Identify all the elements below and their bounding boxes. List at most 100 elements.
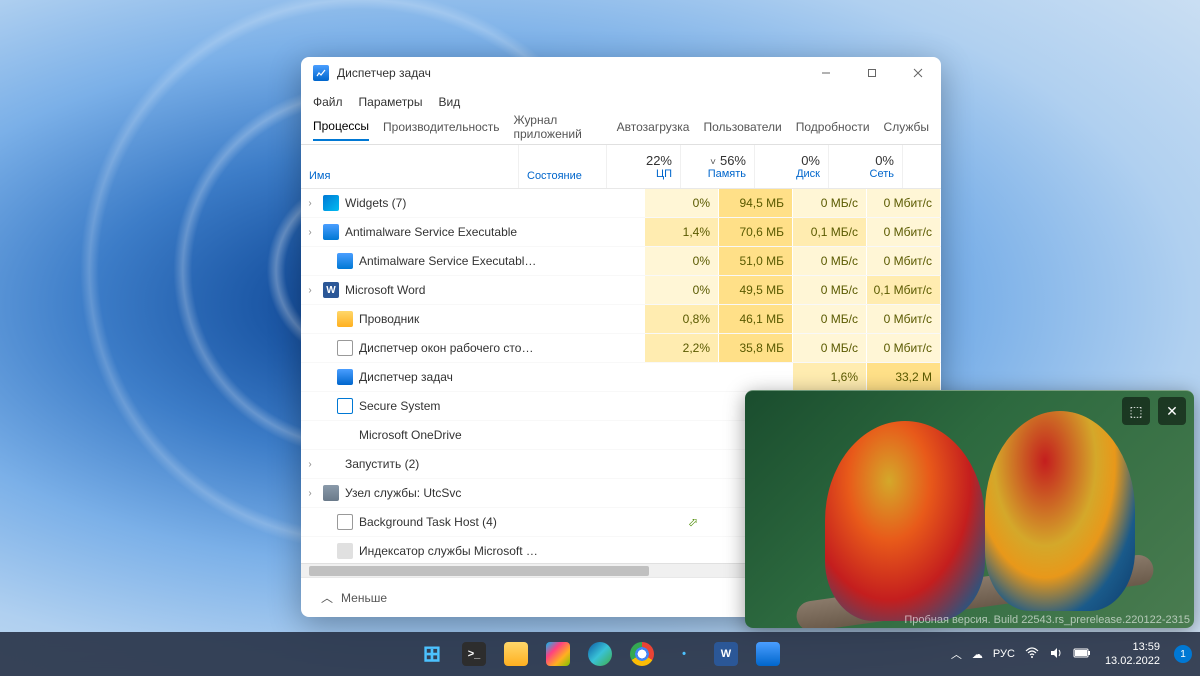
volume-icon[interactable] [1049,646,1063,663]
header-memory[interactable]: 56% Память [681,145,755,188]
tray-chevron-icon[interactable]: ︿ [951,646,962,662]
window-title: Диспетчер задач [337,66,803,80]
fewer-details-button[interactable]: Меньше [341,591,387,605]
cpu-cell: 0,8% [645,305,719,333]
window-icon [337,514,353,530]
net-cell: 0,1 Мбит/с [867,276,941,304]
onedrive-tray-icon[interactable]: ☁ [972,648,983,661]
system-tray: ︿ ☁ РУС 13:59 13.02.2022 1 [951,640,1192,669]
process-name: Antimalware Service Executable… [359,254,537,268]
battery-icon[interactable] [1073,647,1091,662]
pip-back-to-tab-button[interactable]: ⬚ [1122,397,1150,425]
menubar: Файл Параметры Вид [301,89,941,115]
header-name[interactable]: Имя [301,145,519,188]
disk-cell: 0 МБ/с [793,334,867,362]
minimize-button[interactable] [803,57,849,89]
process-name: Диспетчер задач [359,370,685,384]
process-row[interactable]: Проводник0,8%46,1 МБ0 МБ/с0 Мбит/с [301,305,941,334]
taskbar-chrome-icon[interactable] [623,635,661,673]
taskbar-dot-icon[interactable]: • [665,635,703,673]
expand-icon[interactable]: › [301,459,319,470]
header-state[interactable]: Состояние [519,145,607,188]
leaf-icon: ⬀ [685,515,701,529]
process-name: Microsoft Word [345,283,537,297]
tab-3[interactable]: Автозагрузка [617,120,690,140]
lock-icon [337,398,353,414]
process-name: Widgets (7) [345,196,537,210]
process-name: Background Task Host (4) [359,515,685,529]
onedrive-icon [337,427,353,443]
taskbar-start-icon[interactable]: ⊞ [413,635,451,673]
clock[interactable]: 13:59 13.02.2022 [1105,640,1160,669]
language-indicator[interactable]: РУС [993,648,1015,660]
menu-options[interactable]: Параметры [359,95,423,109]
search-icon [337,543,353,559]
header-network[interactable]: 0% Сеть [829,145,903,188]
expand-icon[interactable]: › [301,488,319,499]
process-row[interactable]: ›Widgets (7)0%94,5 МБ0 МБ/с0 Мбит/с [301,189,941,218]
pip-close-button[interactable]: ✕ [1158,397,1186,425]
windows-watermark: Пробная версия. Build 22543.rs_prereleas… [904,613,1190,628]
perf-icon [337,369,353,385]
taskbar-taskmgr-icon[interactable] [749,635,787,673]
close-button[interactable] [895,57,941,89]
window-icon [337,340,353,356]
cpu-cell: 1,4% [645,218,719,246]
cpu-cell: 0% [645,276,719,304]
mem-cell: 70,6 МБ [719,218,793,246]
word-icon: W [323,282,339,298]
process-name: Secure System [359,399,685,413]
process-name: Диспетчер окон рабочего сто… [359,341,537,355]
titlebar[interactable]: Диспетчер задач [301,57,941,89]
mem-cell: 51,0 МБ [719,247,793,275]
header-disk[interactable]: 0% Диск [755,145,829,188]
process-row[interactable]: ›Antimalware Service Executable1,4%70,6 … [301,218,941,247]
mem-cell: 46,1 МБ [719,305,793,333]
tab-5[interactable]: Подробности [796,120,870,140]
process-name: Проводник [359,312,537,326]
tab-4[interactable]: Пользователи [703,120,781,140]
maximize-button[interactable] [849,57,895,89]
picture-in-picture-window[interactable]: ⬚ ✕ [745,390,1194,628]
net-cell: 0 Мбит/с [867,189,941,217]
taskbar-terminal-icon[interactable]: >_ [455,635,493,673]
tabs: Процессы Производительность Журнал приложе… [301,115,941,145]
process-row[interactable]: Диспетчер задач1,6%33,2 М [301,363,941,392]
expand-icon[interactable]: › [301,227,319,238]
cpu-cell: 0% [645,247,719,275]
net-cell: 0 Мбит/с [867,218,941,246]
tab-1[interactable]: Производительность [383,120,499,140]
tab-2[interactable]: Журнал приложений [514,113,603,147]
shield-icon [337,253,353,269]
widgets-icon [323,195,339,211]
taskbar-word-icon[interactable]: W [707,635,745,673]
mem-cell: 49,5 МБ [719,276,793,304]
menu-file[interactable]: Файл [313,95,343,109]
process-name: Индексатор службы Microsoft … [359,544,685,558]
taskbar-edge-icon[interactable] [581,635,619,673]
taskbar: ⊞>_ •W ︿ ☁ РУС 13:59 13.02.2022 1 [0,632,1200,676]
taskbar-apps: ⊞>_ •W [413,635,787,673]
cpu-cell: 0% [645,189,719,217]
column-headers: Имя Состояние 22% ЦП 56% Память 0% Диск … [301,145,941,189]
tab-0[interactable]: Процессы [313,119,369,141]
mem-cell: 35,8 МБ [719,334,793,362]
process-row[interactable]: Диспетчер окон рабочего сто…2,2%35,8 МБ0… [301,334,941,363]
disk-cell: 0 МБ/с [793,305,867,333]
disk-cell: 0,1 МБ/с [793,218,867,246]
taskbar-explorer-icon[interactable] [497,635,535,673]
expand-icon[interactable]: › [301,198,319,209]
disk-cell: 0 МБ/с [793,189,867,217]
scroll-thumb[interactable] [309,566,649,576]
process-row[interactable]: Antimalware Service Executable… 0%51,0 МБ… [301,247,941,276]
tab-6[interactable]: Службы [884,120,929,140]
expand-icon[interactable]: › [301,285,319,296]
notification-badge[interactable]: 1 [1174,645,1192,663]
menu-view[interactable]: Вид [438,95,460,109]
taskbar-store-icon[interactable] [539,635,577,673]
process-row[interactable]: ›WMicrosoft Word0%49,5 МБ0 МБ/с0,1 Мбит/… [301,276,941,305]
wifi-icon[interactable] [1025,646,1039,663]
net-cell: 0 Мбит/с [867,334,941,362]
shield-icon [323,224,339,240]
header-cpu[interactable]: 22% ЦП [607,145,681,188]
